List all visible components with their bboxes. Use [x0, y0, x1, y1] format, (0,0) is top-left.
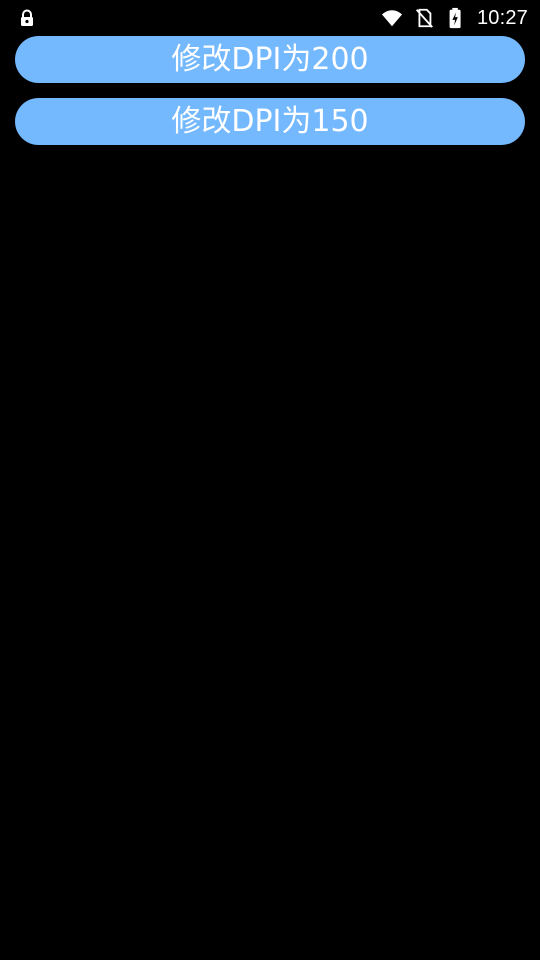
status-clock: 10:27 [476, 6, 528, 29]
status-icons: 10:27 [381, 6, 528, 30]
lock-icon [18, 9, 36, 27]
wifi-icon [381, 7, 403, 29]
battery-charging-icon [445, 7, 467, 29]
set-dpi-200-button[interactable]: 修改DPI为200 [15, 36, 525, 83]
set-dpi-150-button[interactable]: 修改DPI为150 [15, 98, 525, 145]
status-bar: 10:27 [0, 0, 540, 36]
no-sim-icon [413, 7, 435, 29]
